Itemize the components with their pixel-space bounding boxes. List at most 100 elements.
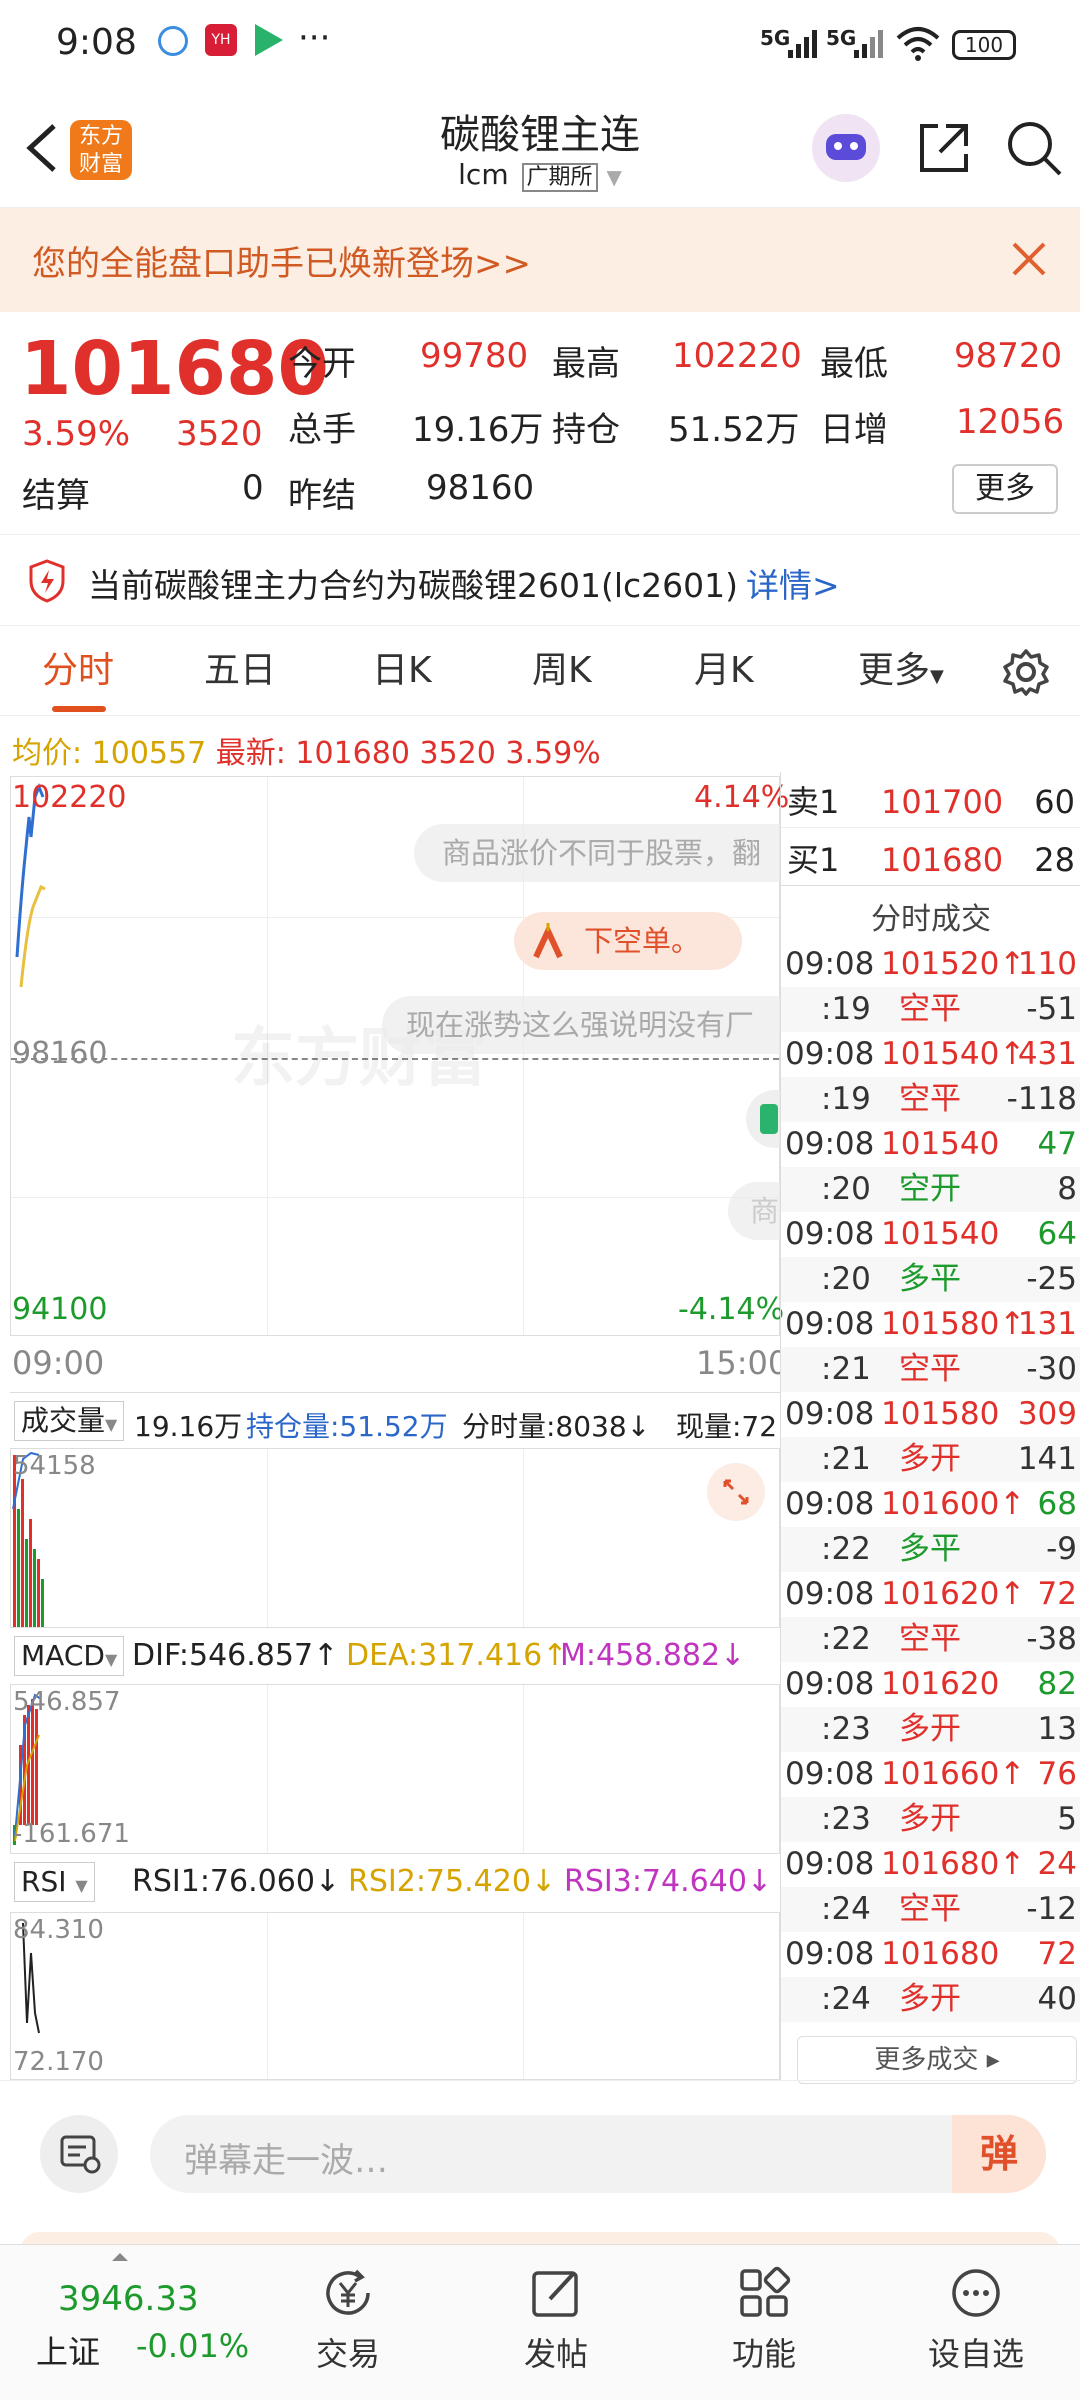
tick-row: 09:08 101540 47 bbox=[781, 1122, 1080, 1167]
assistant-avatar-icon[interactable] bbox=[812, 114, 880, 182]
nav-functions-label: 功能 bbox=[731, 2335, 796, 2373]
battery-icon: 100 bbox=[952, 30, 1016, 60]
tick-price: 101600↑ bbox=[881, 1486, 1026, 1522]
change-percent: 3.59% bbox=[22, 414, 131, 454]
macd-indicator-label: MACD bbox=[21, 1639, 105, 1672]
tick-volume: 24 bbox=[1037, 1846, 1077, 1882]
volume-oi: 持仓量:51.52万 bbox=[246, 1410, 448, 1443]
tick-volume: 110 bbox=[1017, 946, 1077, 982]
ticks-list[interactable]: 09:08 101520↑ 110:19 空平 -51 09:08 101540↑ 431:1… bbox=[781, 942, 1080, 2032]
tick-price: 101540 bbox=[881, 1216, 1000, 1252]
tick-price: 101540 bbox=[881, 1126, 1000, 1162]
tick-row: 09:08 101660↑ 76 bbox=[781, 1752, 1080, 1797]
tab-intraday[interactable]: 分时 bbox=[42, 626, 114, 716]
tab-weekly-k[interactable]: 周K bbox=[532, 626, 592, 716]
nav-trade-label: 交易 bbox=[315, 2335, 380, 2373]
tick-time: :23 bbox=[821, 1711, 871, 1747]
tick-row: :20 空开 8 bbox=[781, 1167, 1080, 1212]
rsi2: RSI2:75.420↓ bbox=[348, 1864, 557, 1899]
nav-post[interactable]: 发帖 bbox=[476, 2245, 636, 2401]
tick-price: 101660↑ bbox=[881, 1756, 1026, 1792]
tick-time: 09:08 bbox=[785, 1036, 875, 1072]
tab-daily-k[interactable]: 日K bbox=[372, 626, 432, 716]
latest-change: 3520 bbox=[419, 736, 496, 771]
close-icon[interactable] bbox=[1010, 240, 1048, 278]
tick-row: 09:08 101540 64 bbox=[781, 1212, 1080, 1257]
volume-indicator-select[interactable]: 成交量▼ bbox=[14, 1401, 125, 1441]
top-bar: 东方财富 碳酸锂主连 lcm 广期所 ▼ bbox=[0, 90, 1080, 208]
macd-indicator-select[interactable]: MACD▼ bbox=[14, 1636, 125, 1676]
tick-row: :24 多开 40 bbox=[781, 1977, 1080, 2022]
tick-row: :23 多开 13 bbox=[781, 1707, 1080, 1752]
chat-app-icon bbox=[158, 26, 188, 56]
tick-time: 09:08 bbox=[785, 1126, 875, 1162]
chart-prev-settle: 98160 bbox=[12, 1036, 108, 1071]
intraday-summary: 均价: 100557 最新: 101680 3520 3.59% bbox=[0, 716, 780, 772]
tick-time: :20 bbox=[821, 1171, 871, 1207]
settle-value: 0 bbox=[242, 468, 264, 508]
bid-row: 买1 101680 28 bbox=[781, 834, 1080, 886]
notice-details-link[interactable]: 详情> bbox=[746, 559, 840, 607]
rsi-axis-max: 84.310 bbox=[13, 1915, 104, 1945]
intraday-chart-area[interactable]: 东方财富 102220 4.14% 98160 94100 -4.14% 商品涨… bbox=[10, 772, 789, 2080]
signal-label-1: 5G bbox=[760, 26, 791, 50]
rsi-indicator-select[interactable]: RSI ▼ bbox=[14, 1862, 95, 1902]
settings-gear-icon[interactable] bbox=[1002, 648, 1050, 696]
tick-volume: 82 bbox=[1037, 1666, 1077, 1702]
tick-volume: -118 bbox=[1006, 1081, 1077, 1117]
danmu-settings-icon[interactable] bbox=[40, 2115, 118, 2193]
prev-settle-value: 98160 bbox=[426, 468, 535, 508]
chevron-down-icon: ▼ bbox=[75, 1876, 88, 1895]
open-value: 99780 bbox=[420, 336, 529, 376]
nav-functions[interactable]: 功能 bbox=[684, 2245, 844, 2401]
bottom-nav: 3946.33 上证 -0.01% 交易 发帖 功能 设自选 bbox=[0, 2244, 1080, 2400]
tick-price: 空平 bbox=[899, 991, 961, 1027]
tick-row: :22 空平 -38 bbox=[781, 1617, 1080, 1662]
tick-row: :21 多开 141 bbox=[781, 1437, 1080, 1482]
tick-row: 09:08 101620↑ 72 bbox=[781, 1572, 1080, 1617]
tick-price: 多开 bbox=[899, 1981, 961, 2017]
danmu-bubble-highlighted: 下空单。 bbox=[514, 912, 743, 970]
change-amount: 3520 bbox=[176, 414, 263, 454]
bid-volume: 28 bbox=[1034, 841, 1075, 879]
tick-volume: 5 bbox=[1057, 1801, 1077, 1837]
tick-time: :24 bbox=[821, 1891, 871, 1927]
tick-volume: 76 bbox=[1037, 1756, 1077, 1792]
danmu-input[interactable]: 弹幕走一波… 弹 bbox=[150, 2115, 1046, 2193]
tick-price: 多平 bbox=[899, 1531, 961, 1567]
more-trades-button[interactable]: 更多成交 ▸ bbox=[797, 2036, 1077, 2084]
promo-banner[interactable]: 您的全能盘口助手已焕新登场>> bbox=[0, 208, 1080, 312]
expand-up-icon[interactable] bbox=[112, 2253, 128, 2261]
chart-period-tabs: 分时 五日 日K 周K 月K 更多▼ bbox=[0, 626, 1080, 716]
tick-time: 09:08 bbox=[785, 1396, 875, 1432]
nav-trade[interactable]: 交易 bbox=[268, 2245, 428, 2401]
trade-yuan-icon bbox=[326, 2269, 370, 2315]
fullscreen-expand-icon[interactable] bbox=[707, 1463, 765, 1521]
tab-more-label: 更多 bbox=[858, 650, 931, 691]
tick-price: 101580 bbox=[881, 1396, 1000, 1432]
tick-row: :23 多开 5 bbox=[781, 1797, 1080, 1842]
tick-volume: -38 bbox=[1026, 1621, 1077, 1657]
tick-time: 09:08 bbox=[785, 1486, 875, 1522]
rsi-chart[interactable]: 84.310 72.170 bbox=[10, 1912, 780, 2080]
tick-time: 09:08 bbox=[785, 1306, 875, 1342]
danmu-text: 下空单。 bbox=[584, 924, 701, 958]
volume-chart[interactable]: 54158 bbox=[10, 1448, 780, 1628]
rsi3: RSI3:74.640↓ bbox=[564, 1864, 773, 1899]
search-icon[interactable] bbox=[1006, 120, 1064, 178]
open-interest-value: 51.52万 bbox=[668, 410, 800, 450]
bid-label: 买1 bbox=[787, 841, 840, 879]
more-quote-button[interactable]: 更多 bbox=[952, 464, 1058, 514]
index-name: 上证 bbox=[36, 2333, 101, 2371]
tick-volume: 141 bbox=[1017, 1441, 1077, 1477]
macd-chart[interactable]: 546.857 -161.671 bbox=[10, 1684, 780, 1854]
index-value[interactable]: 3946.33 bbox=[58, 2279, 199, 2319]
tab-more[interactable]: 更多▼ bbox=[858, 626, 944, 716]
danmu-send-button[interactable]: 弹 bbox=[952, 2115, 1046, 2193]
tab-monthly-k[interactable]: 月K bbox=[694, 626, 754, 716]
nav-add-watchlist[interactable]: 设自选 bbox=[896, 2245, 1056, 2401]
share-icon[interactable] bbox=[916, 120, 972, 176]
tab-five-day[interactable]: 五日 bbox=[204, 626, 276, 716]
chevron-down-icon: ▼ bbox=[105, 1415, 118, 1434]
macd-dif: DIF:546.857↑ bbox=[132, 1638, 339, 1673]
